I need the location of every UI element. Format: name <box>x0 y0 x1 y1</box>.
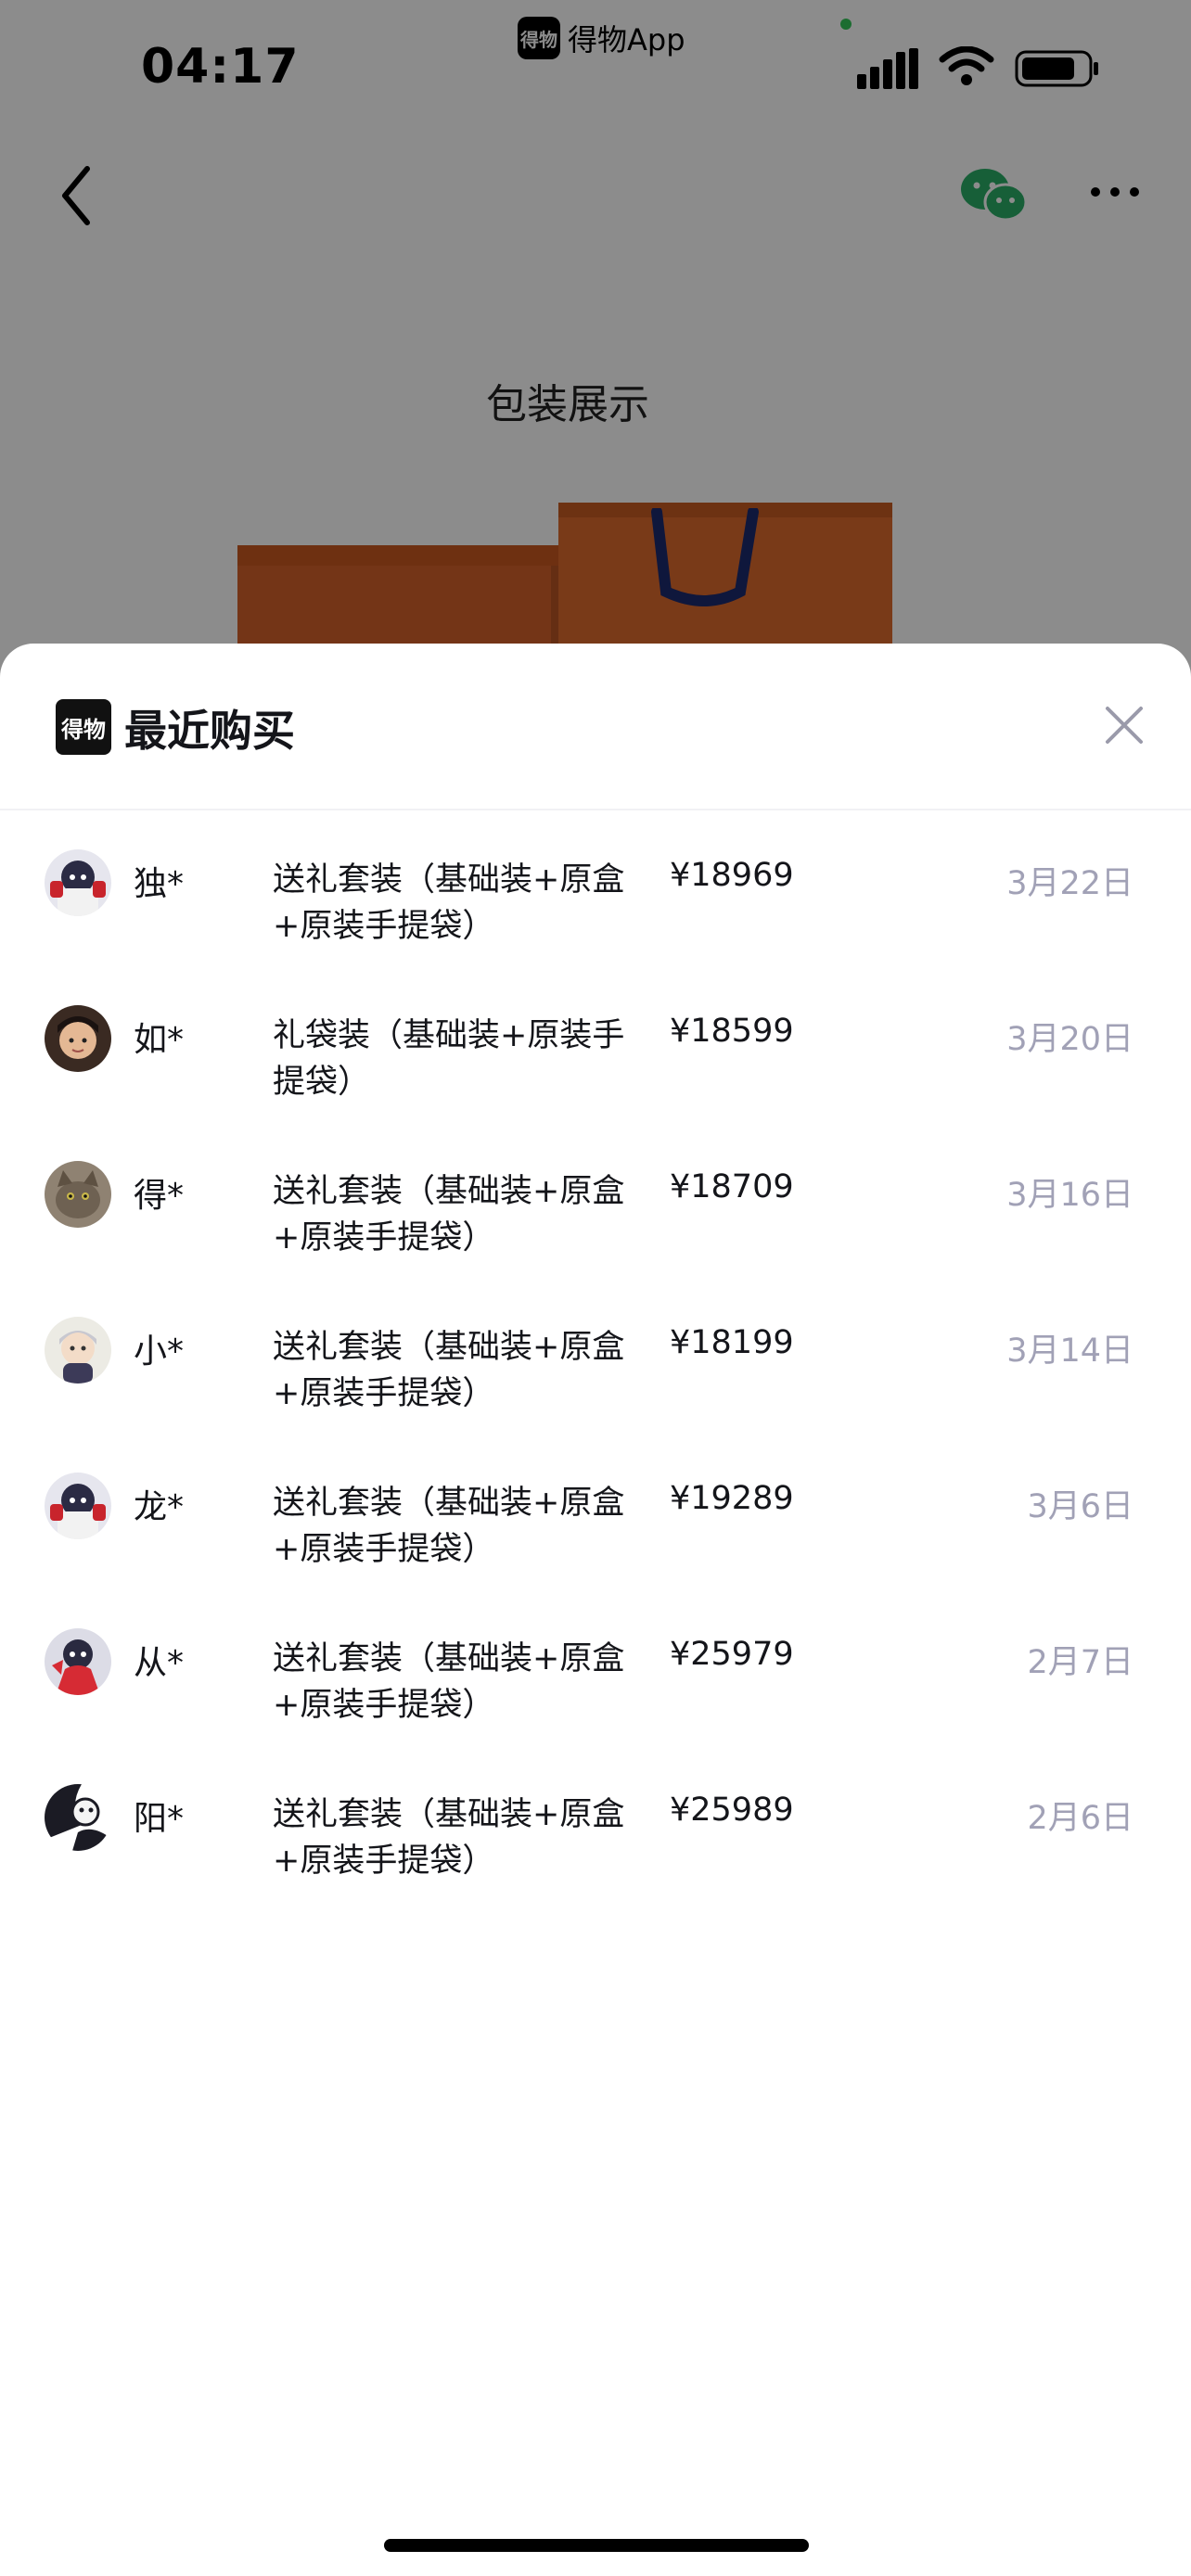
purchase-variant: 送礼套装（基础装+原盒+原装手提袋） <box>273 1329 625 1412</box>
purchase-row: 龙* 送礼套装（基础装+原盒+原装手提袋） ¥19289 3月6日 <box>0 1467 1191 1623</box>
purchase-date: 3月14日 <box>1006 1333 1133 1370</box>
purchase-date: 2月7日 <box>1027 1644 1133 1681</box>
purchase-price: ¥18599 <box>670 1013 794 1050</box>
purchase-row: 得* 送礼套装（基础装+原盒+原装手提袋） ¥18709 3月16日 <box>0 1155 1191 1311</box>
dim-overlay[interactable] <box>0 0 1191 705</box>
purchase-date: 3月20日 <box>1006 1021 1133 1058</box>
purchase-date: 3月16日 <box>1006 1177 1133 1214</box>
purchase-date: 3月22日 <box>1006 865 1133 902</box>
purchase-date: 2月6日 <box>1027 1800 1133 1837</box>
purchase-list: 独* 送礼套装（基础装+原盒+原装手提袋） ¥18969 3月22日 如* 礼袋… <box>0 844 1191 1934</box>
purchase-date: 3月6日 <box>1027 1488 1133 1525</box>
purchase-price: ¥18709 <box>670 1168 794 1205</box>
buyer-name: 如* <box>134 1021 185 1059</box>
buyer-name: 独* <box>134 865 185 903</box>
purchase-row: 小* 送礼套装（基础装+原盒+原装手提袋） ¥18199 3月14日 <box>0 1311 1191 1467</box>
purchase-variant: 送礼套装（基础装+原盒+原装手提袋） <box>273 1640 625 1724</box>
user-avatar <box>45 1005 111 1072</box>
purchase-variant: 送礼套装（基础装+原盒+原装手提袋） <box>273 861 625 945</box>
buyer-name: 小* <box>134 1333 185 1371</box>
buyer-name: 从* <box>134 1644 185 1682</box>
close-icon[interactable] <box>1102 703 1146 747</box>
purchase-row: 从* 送礼套装（基础装+原盒+原装手提袋） ¥25979 2月7日 <box>0 1623 1191 1779</box>
user-avatar <box>45 849 111 916</box>
purchase-price: ¥25989 <box>670 1792 794 1829</box>
buyer-name: 阳* <box>134 1800 185 1838</box>
purchase-row: 如* 礼袋装（基础装+原装手提袋） ¥18599 3月20日 <box>0 1000 1191 1155</box>
buyer-name: 龙* <box>134 1488 185 1526</box>
buyer-name: 得* <box>134 1177 185 1215</box>
user-avatar <box>45 1317 111 1384</box>
purchase-variant: 送礼套装（基础装+原盒+原装手提袋） <box>273 1485 625 1568</box>
purchase-row: 独* 送礼套装（基础装+原盒+原装手提袋） ¥18969 3月22日 <box>0 844 1191 1000</box>
purchase-variant: 送礼套装（基础装+原盒+原装手提袋） <box>273 1173 625 1256</box>
home-indicator[interactable] <box>384 2539 809 2552</box>
purchase-price: ¥18199 <box>670 1324 794 1361</box>
purchase-price: ¥18969 <box>670 857 794 894</box>
brand-logo: 得物 <box>56 699 111 755</box>
purchase-variant: 送礼套装（基础装+原盒+原装手提袋） <box>273 1796 625 1880</box>
user-avatar <box>45 1628 111 1695</box>
purchase-variant: 礼袋装（基础装+原装手提袋） <box>273 1017 625 1101</box>
recent-purchases-sheet: 得物 最近购买 独* 送礼套装（基础装+原盒+原装手提袋） ¥18969 3月2… <box>0 644 1191 2576</box>
purchase-row: 阳* 送礼套装（基础装+原盒+原装手提袋） ¥25989 2月6日 <box>0 1779 1191 1934</box>
purchase-price: ¥25979 <box>670 1636 794 1673</box>
user-avatar <box>45 1473 111 1539</box>
sheet-title: 最近购买 <box>124 706 295 756</box>
user-avatar <box>45 1784 111 1851</box>
user-avatar <box>45 1161 111 1228</box>
sheet-header: 得物 最近购买 <box>0 644 1191 810</box>
purchase-price: ¥19289 <box>670 1480 794 1517</box>
background-page: 04:17 得物 得物App 包装展示 <box>0 0 1191 705</box>
